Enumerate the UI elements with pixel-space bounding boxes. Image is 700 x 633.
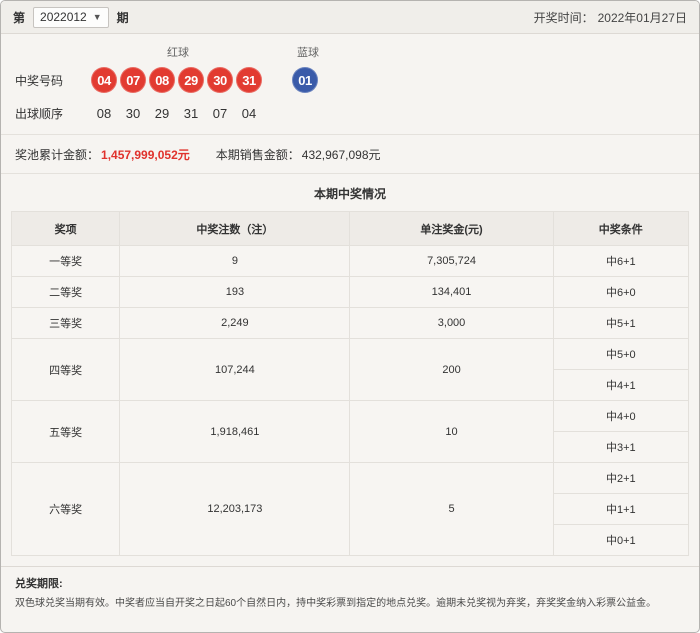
prize-cell: 四等奖 [10,338,121,401]
condition-cell: 中6+0 [552,276,690,308]
order-number: 04 [241,106,257,121]
sales-value: 432,967,098元 [301,147,381,162]
count-cell: 193 [119,276,351,308]
table-header-row: 奖项 中奖注数（注） 单注奖金(元) 中奖条件 [10,211,690,246]
chevron-down-icon: ▼ [92,11,102,22]
blue-ball: 01 [292,67,318,93]
order-number: 29 [154,106,170,121]
amount-cell: 3,000 [349,307,554,339]
prize-cell: 二等奖 [10,276,121,308]
table-row: 四等奖 107,244 200 中5+0 [10,338,690,401]
amounts-row: 奖池累计金额： 1,457,999,052元 本期销售金额： 432,967,0… [1,134,699,174]
draw-order-row: 出球顺序 08 30 29 31 07 04 [15,105,685,122]
red-ball: 07 [120,67,146,93]
condition-cell: 中4+0 [552,400,690,432]
amount-cell: 134,401 [349,276,554,308]
red-ball-group-label: 红球 [167,47,189,59]
header-amount: 单注奖金(元) [349,211,554,246]
red-balls: 04 07 08 29 30 31 [91,67,262,93]
draw-order-numbers: 08 30 29 31 07 04 [91,106,262,121]
condition-cell: 中5+0 [552,338,690,370]
count-cell: 107,244 [119,338,351,401]
order-number: 07 [212,106,228,121]
numbers-section: 红球 蓝球 中奖号码 04 07 08 29 30 31 01 出球顺序 08 … [1,34,699,134]
count-cell: 9 [119,245,351,277]
condition-cell: 中4+1 [552,369,690,401]
draw-time-label: 开奖时间： [533,10,594,25]
deadline-label: 兑奖期限: [15,578,63,590]
condition-cell: 中3+1 [552,431,690,463]
header-condition: 中奖条件 [552,211,690,246]
table-row: 二等奖 193 134,401 中6+0 [10,276,690,308]
prize-cell: 三等奖 [10,307,121,339]
prize-cell: 六等奖 [10,462,121,556]
prize-cell: 五等奖 [10,400,121,463]
condition-cell: 中5+1 [552,307,690,339]
table-row: 一等奖 9 7,305,724 中6+1 [10,245,690,277]
header-count: 中奖注数（注） [119,211,351,246]
draw-time-value: 2022年01月27日 [597,10,687,25]
table-row: 三等奖 2,249 3,000 中5+1 [10,307,690,339]
blue-ball-group-label: 蓝球 [297,47,319,59]
red-ball: 30 [207,67,233,93]
amount-cell: 200 [349,338,554,401]
period-select[interactable]: 2022012 ▼ [33,6,109,28]
count-cell: 1,918,461 [119,400,351,463]
condition-cell: 中0+1 [552,524,690,556]
prize-table: 奖项 中奖注数（注） 单注奖金(元) 中奖条件 一等奖 9 7,305,724 … [10,211,690,556]
red-ball: 31 [236,67,262,93]
footer: 兑奖期限: 双色球兑奖当期有效。中奖者应当自开奖之日起60个自然日内，持中奖彩票… [1,566,699,611]
draw-order-label: 出球顺序 [15,107,64,121]
period-value: 2022012 [40,10,87,24]
count-cell: 12,203,173 [119,462,351,556]
header-prize: 奖项 [10,211,121,246]
period-selector-group: 第 2022012 ▼ 期 [13,6,129,28]
prize-table-section: 本期中奖情况 奖项 中奖注数（注） 单注奖金(元) 中奖条件 一等奖 9 7,3… [1,185,699,556]
red-ball: 04 [91,67,117,93]
table-row: 五等奖 1,918,461 10 中4+0 [10,400,690,463]
amount-cell: 10 [349,400,554,463]
ball-group-labels: 红球 蓝球 [15,44,685,60]
sales-label: 本期销售金额： [215,147,300,162]
winning-numbers-label: 中奖号码 [15,73,64,88]
table-row: 六等奖 12,203,173 5 中2+1 [10,462,690,556]
deadline-text: 双色球兑奖当期有效。中奖者应当自开奖之日起60个自然日内，持中奖彩票到指定的地点… [15,598,657,609]
condition-cell: 中2+1 [552,462,690,494]
prize-cell: 一等奖 [10,245,121,277]
condition-cell: 中6+1 [552,245,690,277]
jackpot-value: 1,457,999,052元 [101,147,190,162]
topbar: 第 2022012 ▼ 期 开奖时间： 2022年01月27日 [1,1,699,34]
condition-cell: 中1+1 [552,493,690,525]
order-number: 08 [96,106,112,121]
amount-cell: 7,305,724 [349,245,554,277]
period-prefix-label: 第 [13,10,26,25]
order-number: 30 [125,106,141,121]
count-cell: 2,249 [119,307,351,339]
jackpot-label: 奖池累计金额： [15,147,100,162]
amount-cell: 5 [349,462,554,556]
red-ball: 08 [149,67,175,93]
winning-numbers-row: 中奖号码 04 07 08 29 30 31 01 [15,67,685,93]
red-ball: 29 [178,67,204,93]
lottery-results-page: 第 2022012 ▼ 期 开奖时间： 2022年01月27日 红球 蓝球 中奖号… [0,0,700,633]
period-suffix-label: 期 [116,10,129,25]
prize-table-title: 本期中奖情况 [313,187,386,201]
draw-time: 开奖时间： 2022年01月27日 [534,9,687,26]
order-number: 31 [183,106,199,121]
